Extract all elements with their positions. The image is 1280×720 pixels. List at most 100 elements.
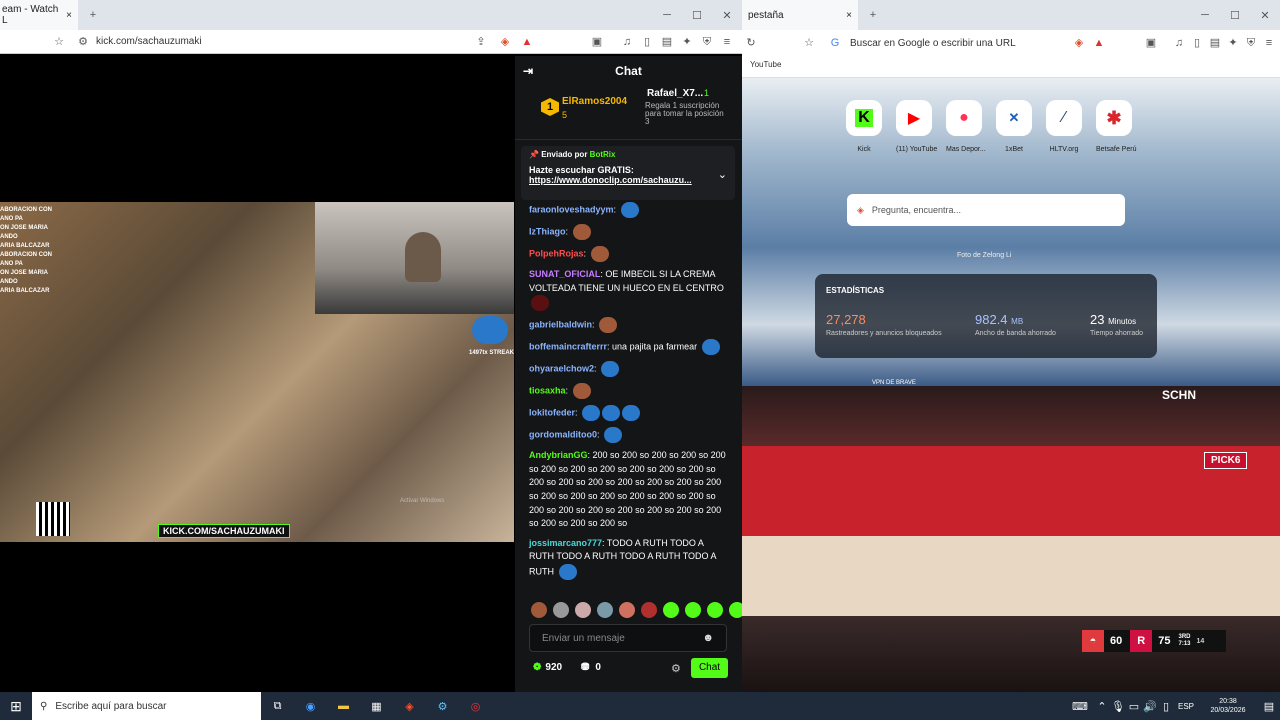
chat-username[interactable]: PolpehRojas (529, 248, 584, 258)
chat-username[interactable]: lokitofeder (529, 408, 575, 418)
task-view-icon[interactable]: ⧉ (261, 700, 294, 713)
maximize-icon[interactable]: ☐ (1220, 9, 1250, 22)
reader-icon[interactable]: ▣ (590, 35, 604, 49)
bookmark-icon[interactable]: ☆ (802, 36, 816, 50)
quick-emote-icon[interactable] (619, 602, 635, 618)
steam-icon[interactable]: ⚙ (426, 700, 459, 713)
second-gifter-name[interactable]: Rafael_X7... (647, 88, 703, 99)
microphone-icon[interactable]: 🎙 (1110, 700, 1126, 713)
reload-icon[interactable]: ↻ (744, 36, 758, 50)
close-window-icon[interactable]: ✕ (712, 9, 742, 22)
vpn-icon[interactable]: ⛨ (1244, 36, 1258, 50)
send-chat-button[interactable]: Chat (691, 658, 728, 678)
close-tab-icon[interactable]: × (66, 10, 72, 21)
windows-start-icon[interactable]: ⊞ (0, 698, 32, 715)
chat-username[interactable]: IzThiago (529, 226, 566, 236)
emoji-icon[interactable]: ☻ (702, 632, 714, 644)
shortcut-kick[interactable]: K Kick (846, 100, 882, 153)
wallet-icon[interactable]: ▤ (1208, 36, 1222, 50)
taskbar-search[interactable]: ⚲ Escribe aquí para buscar (32, 692, 261, 720)
file-explorer-icon[interactable]: ▬ (327, 700, 360, 712)
quick-emote-icon[interactable] (531, 602, 547, 618)
quick-emote-icon[interactable] (663, 602, 679, 618)
chat-username[interactable]: tiosaxha (529, 386, 566, 396)
chat-username[interactable]: boffemaincrafterrr (529, 342, 607, 352)
battery-icon[interactable]: ▯ (1158, 700, 1174, 713)
webcam-overlay (315, 202, 514, 314)
store-icon[interactable]: ▦ (360, 700, 393, 713)
right-active-tab[interactable]: pestaña × (742, 0, 858, 30)
gift-prompt[interactable]: Regala 1 suscripción para tomar la posic… (645, 102, 725, 126)
right-address-input[interactable]: Buscar en Google o escribir una URL (850, 38, 1016, 49)
close-tab-icon[interactable]: × (846, 10, 852, 21)
brave-shield-icon[interactable]: ◈ (498, 35, 512, 49)
shortcut-masdeporte[interactable]: ● Mas Depor... (946, 100, 986, 153)
bookmark-icon[interactable]: ☆ (52, 35, 66, 49)
points-display[interactable]: ❁ 920 (533, 662, 562, 673)
collapse-chat-icon[interactable]: ⇥ (523, 64, 533, 78)
menu-icon[interactable]: ≡ (1262, 36, 1276, 50)
chat-username[interactable]: AndybrianGG (529, 450, 588, 460)
shortcut-betsafe[interactable]: ✱ Betsafe Perú (1096, 100, 1136, 153)
gift-bag-display[interactable]: ⛃ 0 (581, 662, 601, 673)
keyboard-icon[interactable]: ⌨ (1066, 700, 1094, 713)
music-icon[interactable]: ♫ (1172, 36, 1186, 50)
app-icon[interactable]: ◎ (459, 700, 492, 713)
language-indicator[interactable]: ESP (1174, 702, 1198, 711)
bookmark-youtube[interactable]: YouTube (750, 60, 781, 69)
chat-username[interactable]: SUNAT_OFICIAL (529, 269, 600, 279)
quick-emote-icon[interactable] (685, 602, 701, 618)
quick-emote-icon[interactable] (553, 602, 569, 618)
music-icon[interactable]: ♫ (620, 35, 634, 49)
top-gifter-name[interactable]: ElRamos2004 (562, 96, 627, 107)
leo-icon[interactable]: ✦ (1226, 36, 1240, 50)
quick-emote-icon[interactable] (707, 602, 723, 618)
leo-icon[interactable]: ✦ (680, 35, 694, 49)
network-icon[interactable]: ▭ (1126, 700, 1142, 713)
close-window-icon[interactable]: ✕ (1250, 9, 1280, 22)
tray-chevron-icon[interactable]: ⌃ (1094, 700, 1110, 713)
nba-stream[interactable]: SCHN PICK6 ◓ 60 R 75 3RD 7:13 14 (742, 386, 1280, 692)
chat-username[interactable]: gordomalditoo0 (529, 430, 597, 440)
chat-input[interactable]: Enviar un mensaje ☻ (529, 624, 727, 652)
quick-emote-icon[interactable] (597, 602, 613, 618)
minimize-icon[interactable]: ─ (652, 9, 682, 21)
left-active-tab[interactable]: eam - Watch L × (0, 0, 78, 30)
chat-username[interactable]: faraonloveshadyym (529, 204, 614, 214)
pinned-link[interactable]: https://www.donoclip.com/sachauzu... (529, 175, 727, 185)
new-tab-button[interactable]: + (858, 9, 888, 21)
copilot-icon[interactable]: ◉ (294, 700, 327, 713)
minimize-icon[interactable]: ─ (1190, 9, 1220, 21)
shortcut-youtube[interactable]: ▶ (11) YouTube (896, 100, 937, 153)
chat-username[interactable]: jossimarcano777 (529, 538, 602, 548)
volume-icon[interactable]: 🔊 (1142, 700, 1158, 713)
vpn-icon[interactable]: ⛨ (700, 35, 714, 49)
chat-username[interactable]: gabrielbaldwin (529, 320, 592, 330)
left-url[interactable]: kick.com/sachauzumaki (96, 36, 202, 47)
shortcut-1xbet[interactable]: ✕ 1xBet (996, 100, 1032, 153)
settings-gear-icon[interactable]: ⚙ (671, 662, 681, 675)
chat-username[interactable]: ohyaraelchow2 (529, 364, 594, 374)
brave-icon[interactable]: ◈ (393, 700, 426, 713)
maximize-icon[interactable]: ☐ (682, 9, 712, 22)
brave-rewards-icon[interactable]: ▲ (1092, 36, 1106, 50)
menu-icon[interactable]: ≡ (720, 35, 734, 49)
new-tab-button[interactable]: + (78, 9, 108, 21)
reader-icon[interactable]: ▣ (1144, 36, 1158, 50)
newtab-search-box[interactable]: ◈ Pregunta, encuentra... (847, 194, 1125, 226)
sidebar-icon[interactable]: ▯ (1190, 36, 1204, 50)
clock[interactable]: 20:38 20/03/2026 (1198, 697, 1258, 715)
notification-icon[interactable]: ▤ (1258, 700, 1280, 713)
wallet-icon[interactable]: ▤ (660, 35, 674, 49)
brave-rewards-icon[interactable]: ▲ (520, 35, 534, 49)
chevron-down-icon[interactable]: ⌄ (718, 168, 727, 181)
brave-shield-icon[interactable]: ◈ (1072, 36, 1086, 50)
sidebar-icon[interactable]: ▯ (640, 35, 654, 49)
quick-emote-icon[interactable] (575, 602, 591, 618)
quick-emote-icon[interactable] (641, 602, 657, 618)
site-info-icon[interactable]: ⚙ (76, 35, 90, 49)
photo-credit[interactable]: Foto de Zelong Li (957, 252, 1011, 259)
pinned-message[interactable]: 📌 Enviado por BotRix Hazte escuchar GRAT… (521, 146, 735, 200)
shortcut-hltv[interactable]: ⁄ HLTV.org (1046, 100, 1082, 153)
share-icon[interactable]: ⇪ (474, 35, 488, 49)
